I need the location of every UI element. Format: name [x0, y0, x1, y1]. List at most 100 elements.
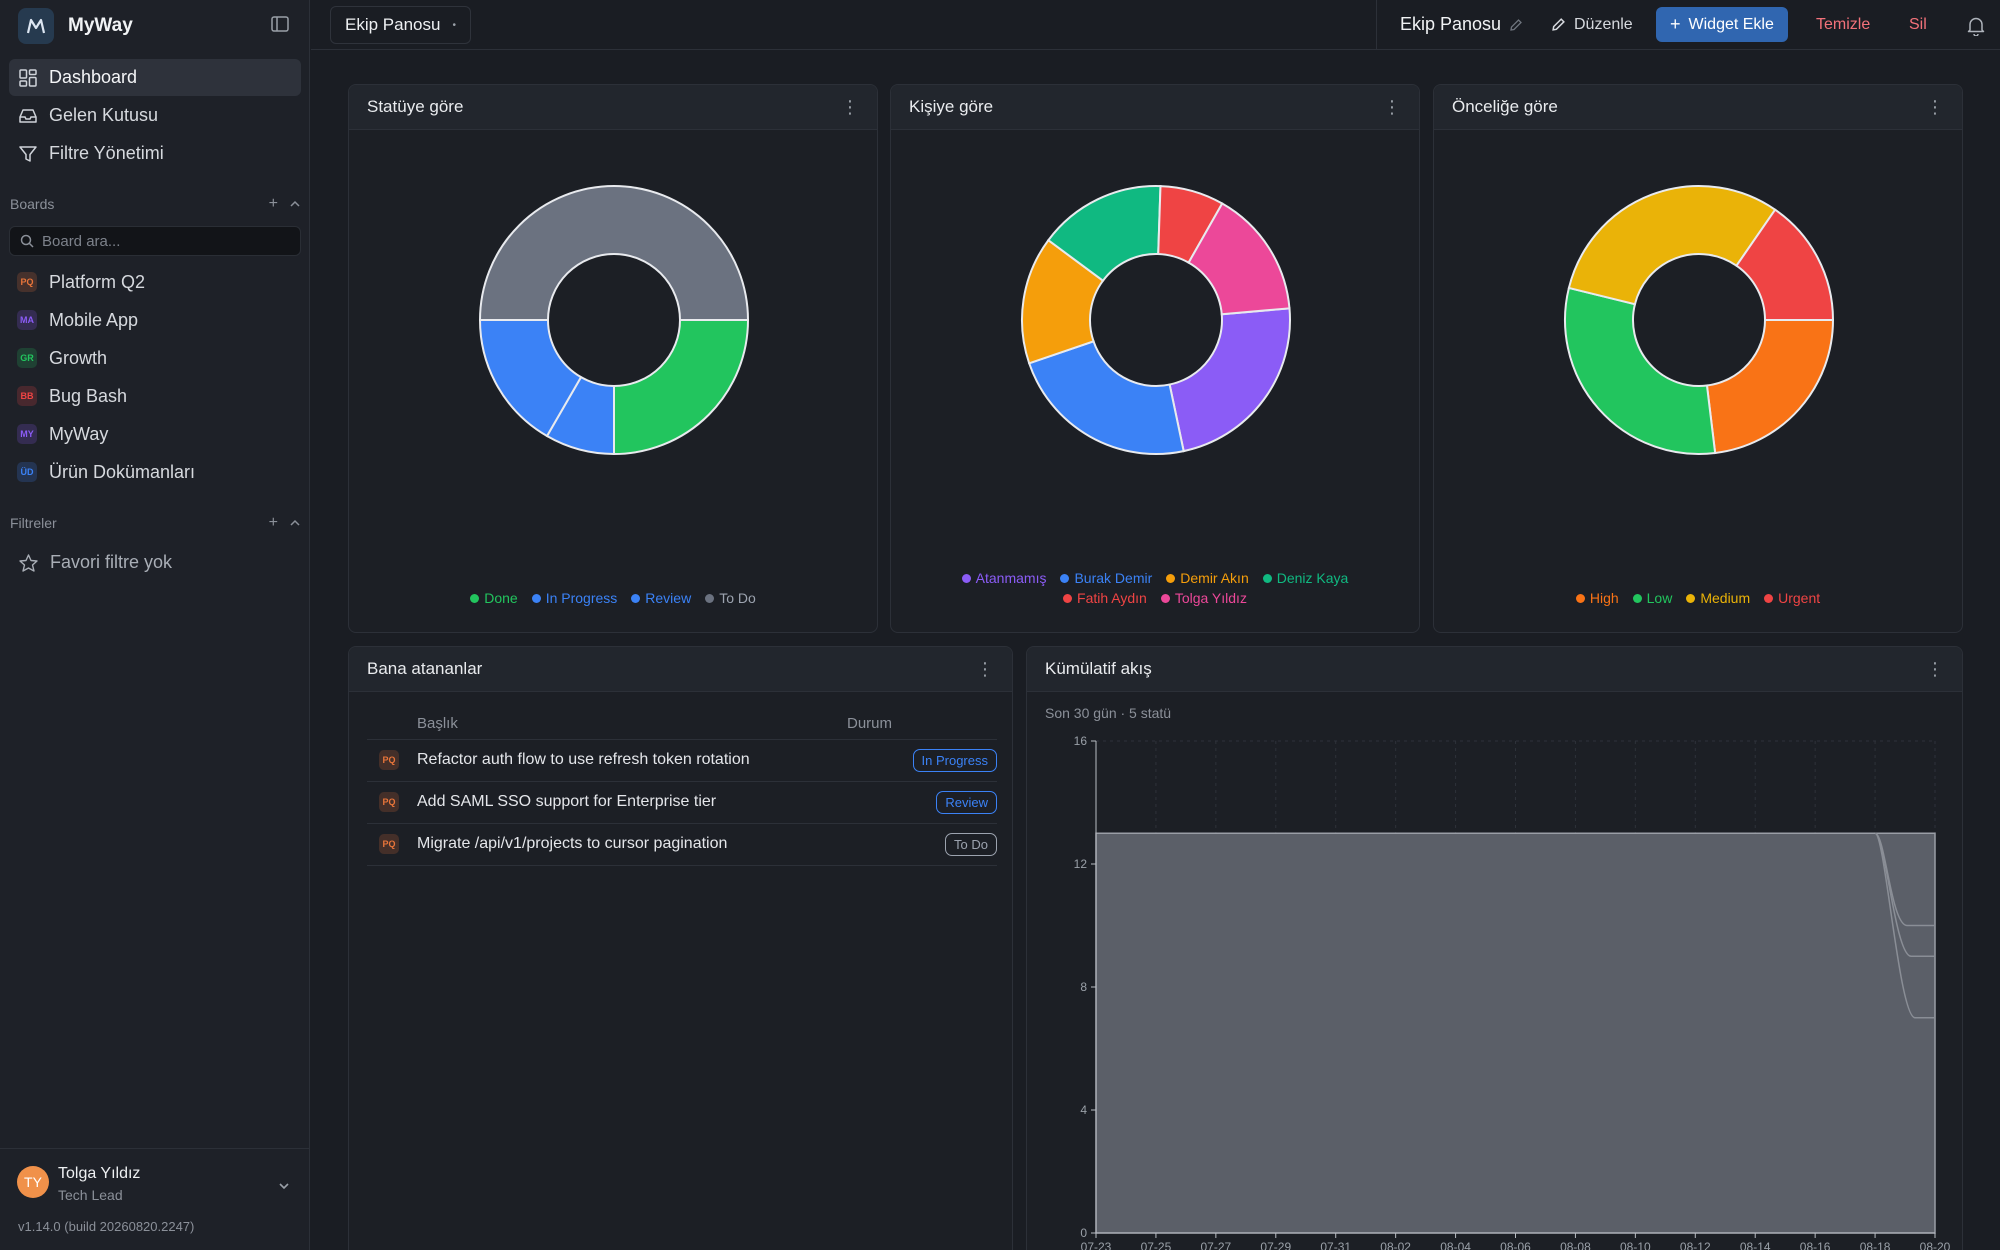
chevron-down-icon[interactable]	[278, 1175, 290, 1195]
legend-item[interactable]: Deniz Kaya	[1262, 570, 1348, 586]
legend-dot	[1632, 593, 1642, 603]
x-tick-label: 08-04	[1440, 1240, 1471, 1250]
kebab-menu-icon[interactable]: ⋮	[976, 660, 994, 678]
legend-dot	[1686, 593, 1696, 603]
chart-legend: High Low Medium Urgent	[1434, 590, 1962, 606]
pencil-icon[interactable]	[1509, 18, 1523, 32]
kebab-menu-icon[interactable]: ⋮	[1926, 660, 1944, 678]
filters-section-head: Filtreler +	[10, 513, 302, 533]
table-row[interactable]: PQ Refactor auth flow to use refresh toke…	[367, 739, 997, 782]
legend-label: Atanmamış	[975, 570, 1047, 586]
widget-title: Önceliğe göre	[1452, 97, 1558, 116]
sidebar-board-item[interactable]: MY MyWay	[9, 416, 301, 452]
nav-filters[interactable]: Filtre Yönetimi	[9, 135, 301, 172]
sidebar-board-item[interactable]: BB Bug Bash	[9, 378, 301, 414]
sidebar-board-item[interactable]: ÜD Ürün Dokümanları	[9, 454, 301, 490]
widget-header: Önceliğe göre ⋮	[1434, 85, 1962, 130]
brand-name: MyWay	[68, 15, 133, 36]
x-tick-label: 08-20	[1920, 1240, 1951, 1250]
delete-button[interactable]: Sil	[1909, 7, 1927, 42]
board-code-badge: PQ	[17, 272, 37, 292]
clear-button[interactable]: Temizle	[1816, 7, 1870, 42]
legend-label: To Do	[719, 590, 756, 606]
legend-item[interactable]: Tolga Yıldız	[1160, 590, 1247, 606]
no-favorite-filters: Favori filtre yok	[9, 544, 301, 581]
donut-slice[interactable]	[1564, 286, 1717, 455]
legend-item[interactable]: Done	[470, 590, 518, 606]
legend-item[interactable]: To Do	[705, 590, 756, 606]
legend-label: Tolga Yıldız	[1174, 590, 1247, 606]
board-label: MyWay	[49, 423, 109, 444]
legend-item[interactable]: Medium	[1686, 590, 1750, 606]
edit-button[interactable]: Düzenle	[1551, 7, 1633, 42]
sidebar-board-item[interactable]: PQ Platform Q2	[9, 264, 301, 300]
widget-header: Bana atananlar ⋮	[349, 647, 1012, 692]
chart-subtitle: Son 30 gün · 5 statü	[1045, 705, 1172, 721]
donut-slice[interactable]	[613, 319, 750, 456]
table-header-icon-col	[367, 709, 417, 740]
legend-item[interactable]: Burak Demir	[1060, 570, 1152, 586]
board-switcher[interactable]: Ekip Panosu •	[330, 6, 471, 44]
kebab-menu-icon[interactable]: ⋮	[1926, 98, 1944, 116]
legend-item[interactable]: High	[1575, 590, 1619, 606]
collapse-filters-icon[interactable]	[290, 514, 300, 532]
legend-item[interactable]: Fatih Aydın	[1063, 590, 1147, 606]
row-status-cell: To Do	[847, 823, 997, 866]
x-tick-label: 07-27	[1201, 1240, 1232, 1250]
donut-slice[interactable]	[478, 185, 750, 321]
donut-slice[interactable]	[1168, 307, 1291, 453]
kebab-menu-icon[interactable]: ⋮	[841, 98, 859, 116]
nav-label: Filtre Yönetimi	[49, 143, 164, 163]
legend-label: High	[1589, 590, 1619, 606]
kebab-menu-icon[interactable]: ⋮	[1383, 98, 1401, 116]
donut-slice[interactable]	[1705, 319, 1835, 455]
boards-section-title: Boards	[10, 196, 55, 212]
sidebar: MyWay Dashboard Gelen Kutusu Filtre Yöne…	[0, 0, 310, 1250]
legend-dot	[1160, 593, 1170, 603]
legend-dot	[1063, 593, 1073, 603]
sidebar-toggle-icon[interactable]	[271, 16, 291, 34]
legend-item[interactable]: Low	[1632, 590, 1672, 606]
brand[interactable]: MyWay	[18, 8, 133, 44]
x-tick-label: 08-08	[1560, 1240, 1591, 1250]
sidebar-board-item[interactable]: MA Mobile App	[9, 302, 301, 338]
board-search-input[interactable]	[42, 232, 282, 250]
board-code-badge: MY	[17, 424, 37, 444]
cumulative-area[interactable]	[1095, 832, 1936, 1234]
donut-slice[interactable]	[1027, 340, 1185, 455]
user-name: Tolga Yıldız	[58, 1165, 141, 1182]
no-favorite-filters-label: Favori filtre yok	[50, 552, 173, 572]
board-search[interactable]	[9, 226, 301, 256]
x-tick-label: 08-02	[1380, 1240, 1411, 1250]
priority-donut-chart	[1564, 185, 1835, 455]
user-menu[interactable]: TY Tolga Yıldız Tech Lead v1.14.0 (build…	[0, 1148, 310, 1250]
nav-inbox[interactable]: Gelen Kutusu	[9, 97, 301, 134]
add-filter-icon[interactable]: +	[269, 514, 278, 532]
row-status-cell: In Progress	[847, 739, 997, 782]
legend-item[interactable]: In Progress	[531, 590, 617, 606]
bell-icon[interactable]	[1967, 16, 1985, 41]
widget-title: Bana atananlar	[367, 659, 483, 678]
nav-dashboard[interactable]: Dashboard	[9, 59, 301, 96]
widget-header: Kişiye göre ⋮	[891, 85, 1419, 130]
board-label: Ürün Dokümanları	[49, 461, 196, 482]
collapse-boards-icon[interactable]	[290, 195, 300, 213]
legend-item[interactable]: Urgent	[1764, 590, 1820, 606]
table-row[interactable]: PQ Migrate /api/v1/projects to cursor pag…	[367, 823, 997, 866]
legend-item[interactable]: Review	[631, 590, 691, 606]
legend-label: Demir Akın	[1180, 570, 1249, 586]
y-tick-label: 8	[1080, 980, 1087, 994]
person-donut-chart	[1021, 185, 1291, 455]
add-widget-button[interactable]: + Widget Ekle	[1656, 7, 1788, 42]
table-row[interactable]: PQ Add SAML SSO support for Enterprise ti…	[367, 781, 997, 824]
legend-item[interactable]: Demir Akın	[1166, 570, 1249, 586]
legend-dot	[1764, 593, 1774, 603]
add-board-icon[interactable]: +	[269, 195, 278, 213]
legend-item[interactable]: Atanmamış	[961, 570, 1047, 586]
donut-slice[interactable]	[1567, 185, 1777, 306]
board-label: Bug Bash	[49, 385, 128, 406]
dropdown-dot-icon: •	[452, 19, 456, 31]
sidebar-board-item[interactable]: GR Growth	[9, 340, 301, 376]
avatar: TY	[17, 1166, 49, 1198]
board-code-badge: GR	[17, 348, 37, 368]
